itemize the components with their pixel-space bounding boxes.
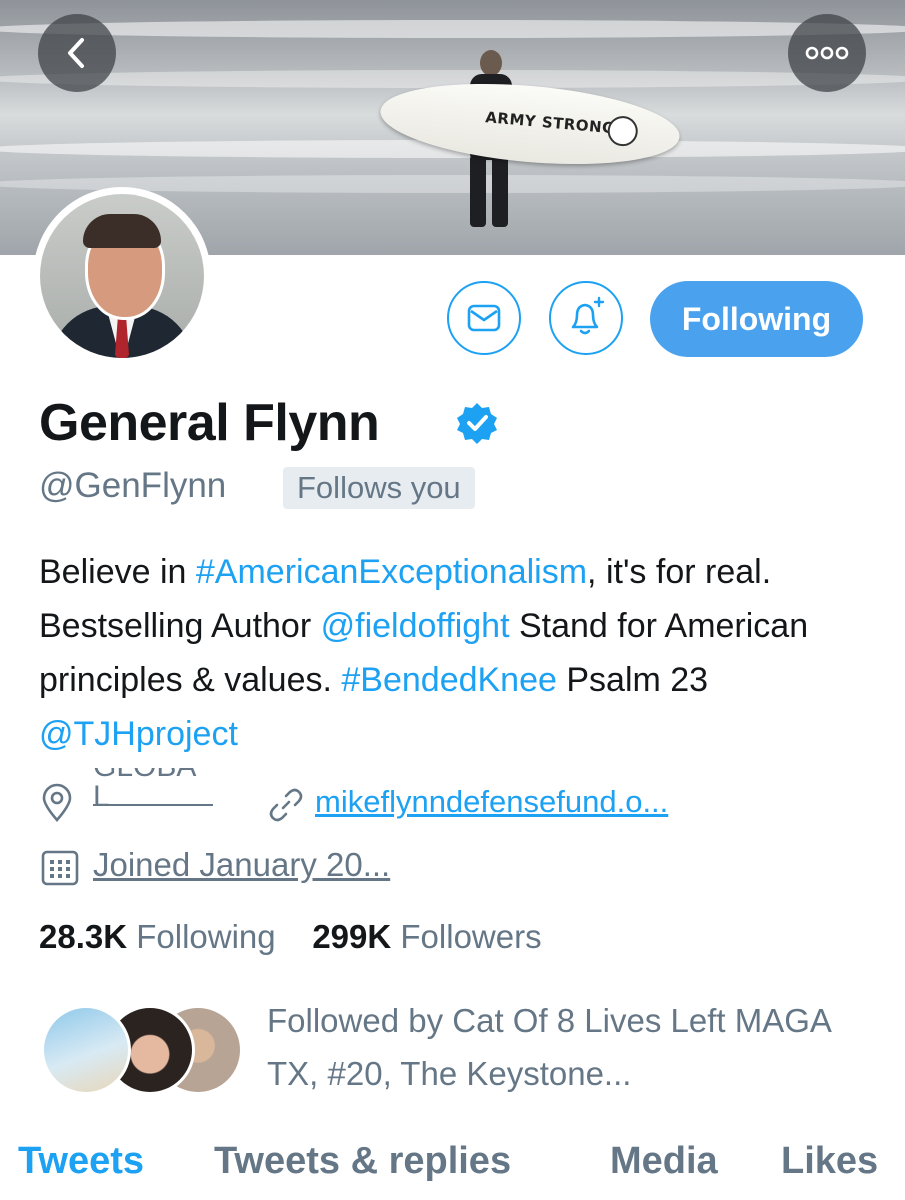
banner-wave <box>0 20 905 38</box>
more-options-icon <box>805 46 849 60</box>
bio-hashtag-link[interactable]: #BendedKnee <box>341 661 557 699</box>
tab-tweets-and-replies[interactable]: Tweets & replies <box>214 1140 511 1183</box>
profile-handle: @GenFlynn <box>39 466 227 505</box>
back-button[interactable] <box>38 14 116 92</box>
followers-stat[interactable]: 299K Followers <box>312 918 541 955</box>
profile-tabs: Tweets Tweets & replies Media Likes <box>0 1140 905 1200</box>
more-options-button[interactable] <box>788 14 866 92</box>
surfboard-logo <box>606 114 639 148</box>
banner-surfboard: ARMY STRONG <box>377 73 683 175</box>
following-button[interactable]: Following <box>650 281 863 357</box>
profile-joined-date: Joined January 20... <box>93 846 391 883</box>
surfboard-text: ARMY STRONG <box>484 108 616 138</box>
link-icon <box>269 788 303 822</box>
follower-avatar <box>41 1005 131 1095</box>
profile-avatar[interactable] <box>33 187 211 365</box>
followed-by-text[interactable]: Followed by Cat Of 8 Lives Left MAGA TX,… <box>267 994 867 1100</box>
bio-text: Believe in <box>39 553 196 591</box>
back-arrow-icon <box>68 38 84 68</box>
following-stat[interactable]: 28.3K Following <box>39 918 276 955</box>
profile-location: GLOBA L <box>93 768 213 806</box>
bio-text: Psalm 23 <box>556 661 709 699</box>
bio-hashtag-link[interactable]: #AmericanExceptionalism <box>196 553 587 591</box>
profile-bio: Believe in #AmericanExceptionalism, it's… <box>39 545 879 761</box>
bio-mention-link[interactable]: @fieldoffight <box>321 607 510 645</box>
tab-tweets[interactable]: Tweets <box>18 1140 144 1183</box>
mail-icon <box>467 304 501 332</box>
profile-name: General Flynn <box>39 394 380 452</box>
tab-likes[interactable]: Likes <box>781 1140 878 1183</box>
tab-media[interactable]: Media <box>610 1140 718 1183</box>
location-pin-icon <box>42 783 72 822</box>
followers-count: 299K <box>312 918 392 955</box>
following-label: Following <box>136 918 276 955</box>
verified-badge-icon <box>457 403 497 444</box>
bio-mention-link[interactable]: @TJHproject <box>39 715 238 753</box>
followers-label: Followers <box>400 918 542 955</box>
message-button[interactable] <box>447 281 521 355</box>
following-count: 28.3K <box>39 918 128 955</box>
followed-by-avatars[interactable] <box>41 1005 243 1095</box>
follows-you-badge: Follows you <box>283 467 475 509</box>
profile-website-link[interactable]: mikeflynndefensefund.o... <box>315 784 668 820</box>
calendar-icon <box>41 850 79 886</box>
bell-plus-icon <box>571 296 605 335</box>
notifications-button[interactable] <box>549 281 623 355</box>
profile-stats: 28.3K Following 299K Followers <box>39 918 542 956</box>
